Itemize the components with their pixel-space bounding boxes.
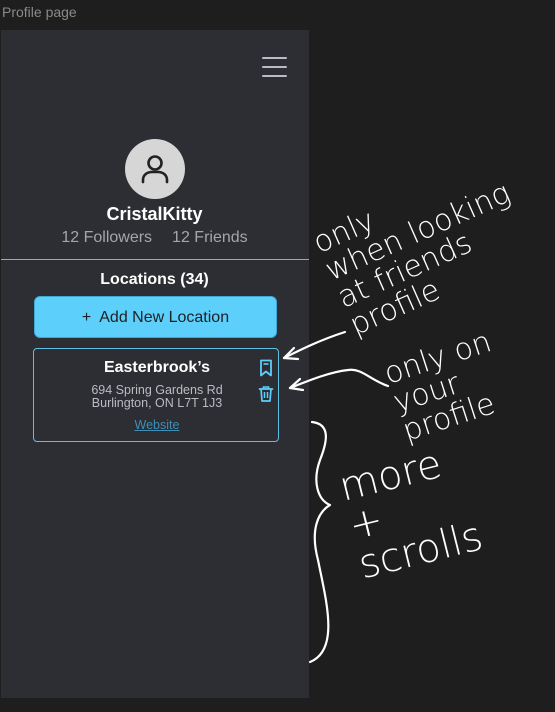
followers-count[interactable]: 12 Followers: [61, 229, 152, 246]
user-icon: [141, 155, 169, 184]
add-location-button[interactable]: + Add New Location: [34, 296, 277, 338]
brace: [308, 420, 332, 664]
frame-label: Profile page: [2, 4, 77, 20]
annotation-more-scrolls: more + scrolls: [334, 441, 488, 589]
profile-stats: 12 Followers 12 Friends: [0, 229, 309, 247]
website-link[interactable]: Website: [34, 418, 280, 432]
friends-count[interactable]: 12 Friends: [172, 229, 248, 246]
divider: [1, 259, 309, 260]
address-line-2: Burlington, ON L7T 1J3: [91, 396, 223, 410]
annotation-friends-profile: only when looking at friends profile: [307, 175, 516, 343]
username: CristalKitty: [106, 204, 203, 224]
location-name: Easterbrook’s: [103, 359, 211, 376]
trash-icon[interactable]: [258, 385, 274, 403]
location-address: 694 Spring Gardens Rd Burlington, ON L7T…: [34, 384, 280, 410]
hamburger-menu-icon[interactable]: [262, 56, 287, 78]
location-card[interactable]: Easterbrook’s 694 Spring Gardens Rd Burl…: [33, 348, 279, 442]
avatar[interactable]: [125, 139, 185, 199]
locations-title: Locations (34): [100, 271, 209, 288]
annotation-your-profile: only on your profile: [379, 324, 500, 449]
bookmark-icon[interactable]: [258, 359, 274, 377]
